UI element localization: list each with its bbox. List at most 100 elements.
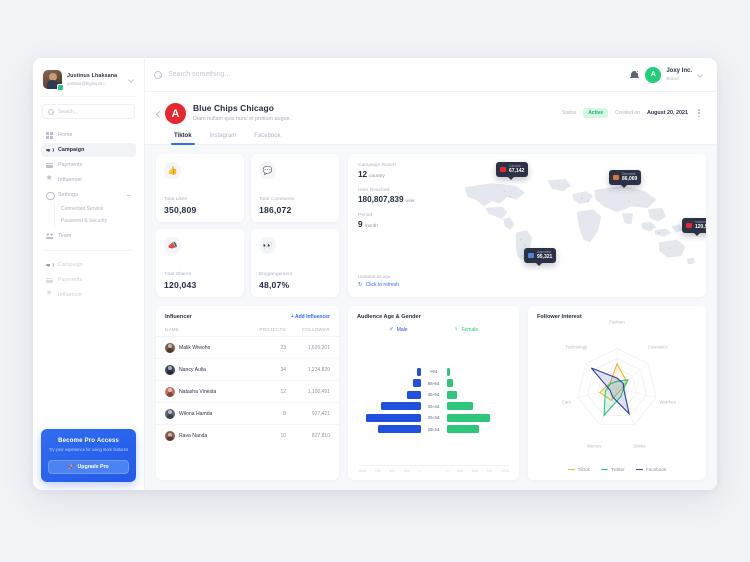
bar-female (446, 413, 491, 422)
sidebar-search-input[interactable]: Search... (42, 104, 135, 119)
sidebar-item-influencer[interactable]: Influencer (41, 173, 136, 187)
profile-chip[interactable]: Justinus Lhaksana justinus@highspot.c (41, 67, 136, 97)
influencer-panel: Influencer + Add Influencer NAME PROJECT… (156, 306, 339, 480)
radar-axis-label: Memes (587, 443, 602, 449)
refresh-button[interactable]: ↻ Click to refresh (358, 282, 399, 288)
metric-label: Period (358, 213, 373, 218)
marker-value: 67,142 (509, 168, 525, 175)
megaphone-icon (46, 262, 54, 269)
sidebar-item-team[interactable]: Team (41, 229, 136, 243)
flag-icon (500, 167, 506, 172)
stat-value: 48,07% (259, 280, 290, 290)
page-title: Blue Chips Chicago (193, 103, 274, 113)
influencer-projects: 8 (283, 410, 286, 417)
radar-body: Fashion Cosmetics Watches Drinks Memes Cars Te… (528, 320, 706, 467)
chevron-down-icon[interactable] (697, 72, 703, 78)
bar-female (446, 390, 457, 399)
updated-timestamp: Updated 2s ago (358, 274, 391, 279)
table-row[interactable]: Nancy Aulia 34 1,234,820 (156, 359, 339, 381)
radar-axis-label: Technology (565, 344, 588, 350)
influencer-followers: 927,421 (311, 410, 330, 417)
metric-label: Campaign Reach (358, 163, 396, 168)
audience-age-gender-chart: Audience Age & Gender ♂ Male ♀ Female +6… (348, 306, 519, 480)
stat-card-total-likes: 👍 Total Likes 350,809 (156, 154, 244, 222)
tab-facebook[interactable]: Facebook (254, 133, 280, 144)
influencer-followers: 1,234,820 (307, 366, 330, 373)
sidebar-item-home[interactable]: Home (41, 128, 136, 142)
sidebar-item-campaign-secondary[interactable]: Campaign (41, 258, 136, 272)
flag-icon (528, 253, 534, 258)
profile-email: justinus@highspot.c (67, 80, 106, 86)
chevron-down-icon[interactable] (128, 77, 134, 83)
pyramid-row: 55-64 (358, 379, 509, 388)
map-marker-denmark[interactable]: Denmark 86,069 (609, 170, 642, 189)
profile-name: Justinus Lhaksana (67, 73, 118, 80)
avatar (165, 408, 175, 419)
sidebar-item-campaign[interactable]: Campaign (41, 143, 136, 157)
refresh-area: Updated 2s ago ↻ Click to refresh (358, 274, 399, 288)
bell-icon[interactable] (629, 69, 640, 80)
table-row[interactable]: Natasha Vinesta 12 1,100,491 (156, 381, 339, 403)
sidebar-item-payments-secondary[interactable]: Payments (41, 273, 136, 287)
avatar (43, 70, 64, 91)
kebab-menu-icon[interactable] (695, 108, 703, 118)
rocket-icon: 🚀 (68, 464, 75, 470)
stat-value: 186,072 (259, 205, 292, 215)
subnav-item-connected-service[interactable]: Connected Service (61, 203, 136, 215)
tab-instagram[interactable]: Instagram (210, 133, 237, 144)
share-icon: 📣 (164, 237, 181, 254)
pro-card-subtitle: Try your experience for using more featu… (48, 447, 129, 453)
page-header: A Blue Chips Chicago Diam nullam quis nu… (145, 92, 717, 124)
map-marker-argentina[interactable]: Argentina 95,321 (524, 248, 557, 267)
age-group-label: 35-44 (427, 403, 440, 409)
influencer-followers: 1,100,491 (307, 388, 330, 395)
upgrade-pro-button[interactable]: 🚀 Upgrade Pro (48, 460, 129, 474)
tab-tiktok[interactable]: Tiktok (171, 133, 195, 145)
back-button[interactable] (153, 108, 165, 122)
topbar: Search something... A Joxy Inc. Brand (145, 58, 717, 92)
sidebar-item-influencer-secondary[interactable]: Influencer (41, 288, 136, 302)
online-badge (57, 84, 64, 91)
subnav-item-password-security[interactable]: Password & Security (61, 215, 136, 227)
influencer-projects: 10 (280, 433, 286, 439)
bar-female (446, 425, 479, 433)
bar-male (407, 390, 421, 399)
collapse-icon[interactable] (126, 193, 131, 198)
sidebar-divider (45, 250, 132, 251)
radar-axis-label: Cars (561, 399, 571, 405)
bar-female (446, 367, 450, 376)
status-badge: Active (583, 108, 609, 119)
pro-card-title: Become Pro Access (58, 437, 119, 445)
created-date: August 20, 2021 (646, 110, 688, 117)
map-marker-canada[interactable]: Canada 67,142 (496, 162, 529, 181)
avatar (165, 364, 175, 375)
map-marker-indonesia[interactable]: Indonesia 120,904 (682, 218, 706, 237)
sidebar-item-label: Influencer (58, 177, 83, 183)
stat-card-engagement: 👀 Enggangement 48,07% (251, 229, 339, 297)
search-icon (154, 70, 162, 79)
refresh-label: Click to refresh (365, 282, 399, 288)
influencer-projects: 23 (280, 344, 286, 351)
radar-svg (577, 348, 657, 425)
brand-switcher[interactable]: A Joxy Inc. Brand (645, 66, 703, 83)
table-row[interactable]: Wilona Hamda 8 927,421 (156, 403, 339, 425)
sidebar-item-settings[interactable]: Settings (41, 188, 136, 202)
table-row[interactable]: Rava Nanda 10 827,810 (156, 425, 339, 447)
follower-interest-chart: Follower Interest Fashion Cosmetics Watche… (528, 306, 706, 480)
sidebar-item-payments[interactable]: Payments (41, 158, 136, 172)
flag-icon (613, 175, 619, 180)
table-row[interactable]: Malik Wiwoho 23 1,620,201 (156, 337, 339, 359)
sidebar-item-label: Influencer (58, 292, 83, 298)
dashboard-grid: 👍 Total Likes 350,809 💬 Total Comments 1… (145, 145, 717, 490)
sidebar-item-label: Campaign (58, 262, 83, 268)
stat-value: 350,809 (164, 205, 197, 215)
global-search-input[interactable]: Search something... (168, 71, 623, 78)
axis-tick: 250 (403, 469, 410, 473)
bar-male (378, 425, 421, 433)
world-map[interactable]: Canada 67,142 Denmark 86,069 Indone 120,… (444, 154, 706, 297)
team-icon (46, 232, 53, 240)
chart-axis: 1000 750 500 250 0 0 250 500 750 1000 (348, 466, 519, 480)
influencer-name: Wilona Hamda (179, 410, 213, 417)
thumbs-up-icon: 👍 (164, 162, 181, 179)
pyramid-row: +64 (358, 367, 509, 376)
